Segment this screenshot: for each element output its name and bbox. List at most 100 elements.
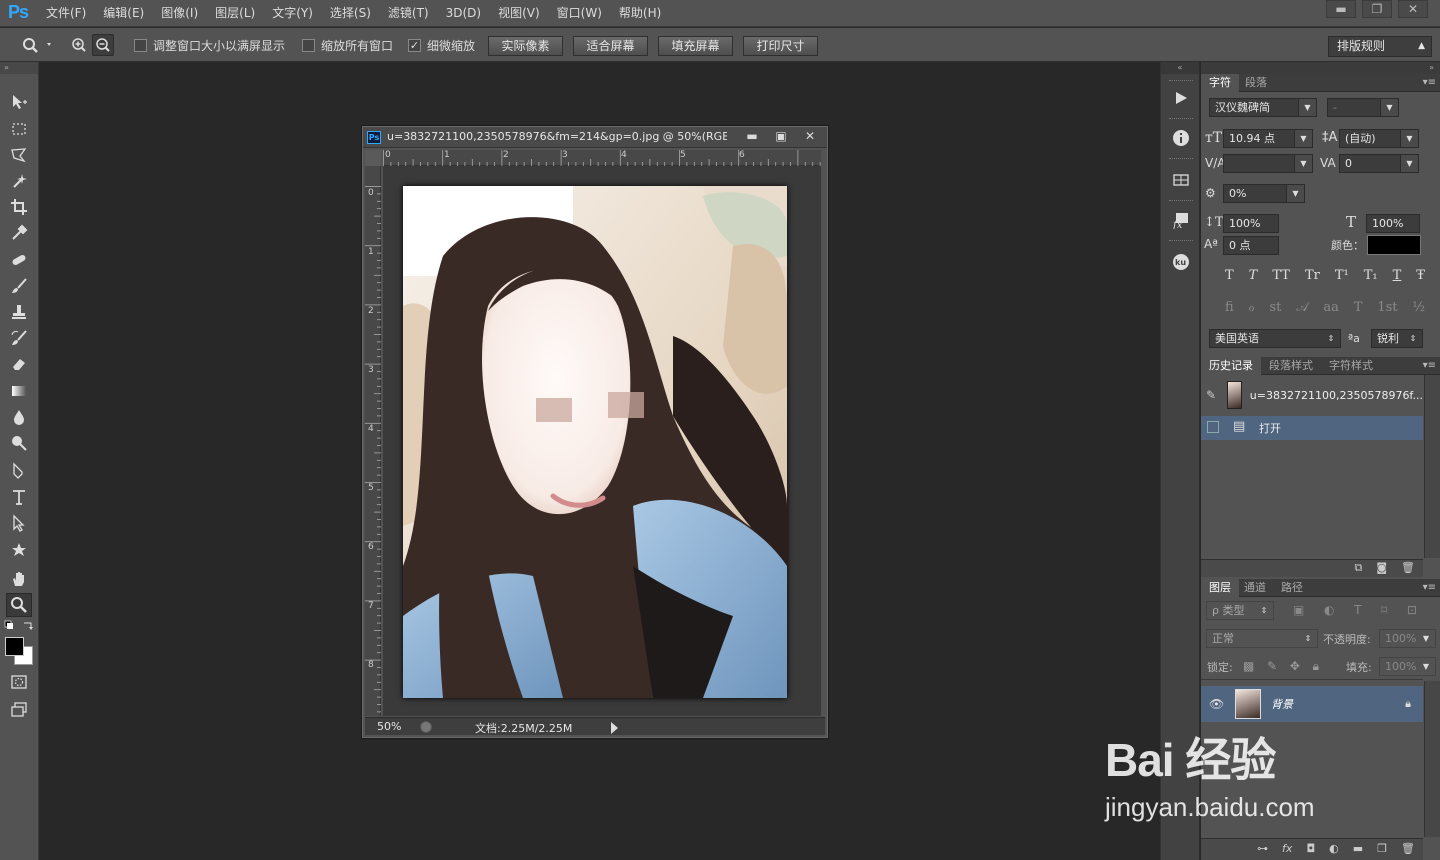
brush-tool[interactable]	[6, 274, 32, 298]
baseline-shift-field[interactable]: 0 点	[1223, 236, 1279, 255]
resize-windows-checkbox[interactable]: 调整窗口大小以满屏显示	[134, 37, 285, 54]
blend-mode-select[interactable]: 正常 ⇕	[1206, 629, 1318, 648]
pen-tool[interactable]	[6, 459, 32, 483]
menu-edit[interactable]: 编辑(E)	[103, 0, 153, 27]
titling-button[interactable]: T	[1354, 300, 1363, 315]
tool-preset-picker[interactable]	[20, 36, 54, 54]
tab-paths[interactable]: 路径	[1273, 579, 1311, 597]
link-layers-icon[interactable]: ⊶	[1257, 842, 1268, 855]
new-layer-icon[interactable]: ❐	[1377, 842, 1387, 855]
subscript-button[interactable]: T₁	[1364, 268, 1378, 283]
zoom-all-windows-checkbox[interactable]: 缩放所有窗口	[302, 37, 393, 54]
collapse-arrows-icon[interactable]: «	[1161, 62, 1199, 74]
all-caps-button[interactable]: TT	[1272, 268, 1290, 283]
healing-brush-tool[interactable]	[6, 248, 32, 272]
trash-icon[interactable]: 🗑	[1401, 561, 1415, 575]
menu-window[interactable]: 窗口(W)	[557, 0, 611, 27]
filter-adjustment-icon[interactable]: ◐	[1324, 603, 1334, 617]
stylistic-button[interactable]: aa	[1323, 300, 1339, 315]
color-swatches[interactable]	[5, 636, 35, 666]
custom-shape-tool[interactable]	[6, 538, 32, 562]
faux-italic-button[interactable]: T	[1249, 268, 1258, 283]
doc-maximize-button[interactable]: ▣	[768, 129, 794, 145]
close-button[interactable]: ✕	[1398, 0, 1428, 18]
ordinals-button[interactable]: 1st	[1377, 300, 1397, 315]
status-info-icon[interactable]	[420, 721, 432, 733]
lock-transparent-icon[interactable]: ▩	[1243, 659, 1254, 674]
doc-close-button[interactable]: ✕	[797, 129, 823, 145]
magic-wand-tool[interactable]	[6, 169, 32, 193]
fractions-button[interactable]: ½	[1412, 300, 1425, 315]
vertical-scale-field[interactable]: 100%	[1223, 214, 1279, 233]
tab-paragraph[interactable]: 段落	[1237, 74, 1275, 92]
tab-history[interactable]: 历史记录	[1201, 357, 1261, 375]
delete-layer-icon[interactable]: 🗑	[1401, 842, 1415, 855]
crop-tool[interactable]	[6, 195, 32, 219]
fill-field[interactable]: 100% ▼	[1379, 657, 1436, 676]
type-tool[interactable]	[6, 485, 32, 509]
font-family-select[interactable]: 汉仪魏碑简 ▼	[1209, 98, 1317, 117]
history-snapshot[interactable]: ✎ u=3832721100,2350578976f...	[1201, 379, 1423, 411]
vertical-ruler[interactable]: 0 1 2 3 4 5 6 7 8	[365, 166, 381, 716]
clone-stamp-tool[interactable]	[6, 300, 32, 324]
small-caps-button[interactable]: Tr	[1305, 268, 1320, 283]
hand-tool[interactable]	[6, 567, 32, 591]
minimize-button[interactable]: ▬	[1326, 0, 1356, 18]
zoom-level[interactable]: 50%	[377, 720, 401, 733]
layer-row-background[interactable]: 👁︎ 背景 🔒︎	[1201, 686, 1423, 722]
path-selection-tool[interactable]	[6, 511, 32, 535]
menu-image[interactable]: 图像(I)	[161, 0, 207, 27]
alt-ligatures-button[interactable]: ℴ	[1249, 300, 1255, 315]
panel-collapse-icon[interactable]: »	[1201, 62, 1440, 74]
history-scrollbar[interactable]	[1424, 375, 1440, 558]
superscript-button[interactable]: T¹	[1335, 268, 1349, 283]
lock-brush-icon[interactable]: ✎	[1267, 659, 1277, 674]
faux-bold-button[interactable]: T	[1225, 268, 1234, 283]
tab-paragraph-styles[interactable]: 段落样式	[1261, 357, 1321, 375]
restore-button[interactable]: ❐	[1362, 0, 1392, 18]
styles-panel-button[interactable]: fx	[1167, 206, 1195, 234]
filter-smart-object-icon[interactable]: ⊡	[1407, 603, 1417, 617]
kuler-panel-button[interactable]: ku	[1167, 248, 1195, 276]
language-select[interactable]: 美国英语 ⇕	[1209, 329, 1341, 348]
menu-file[interactable]: 文件(F)	[46, 0, 95, 27]
visibility-eye-icon[interactable]: 👁︎	[1209, 697, 1227, 711]
new-group-icon[interactable]: ▬	[1353, 842, 1363, 855]
document-canvas[interactable]	[383, 166, 821, 716]
marquee-tool[interactable]	[6, 117, 32, 141]
baseline-percent-field[interactable]: 0% ▼	[1223, 184, 1305, 203]
menu-filter[interactable]: 滤镜(T)	[388, 0, 438, 27]
workspace-select[interactable]: 排版规则 ▲	[1328, 36, 1432, 57]
camera-icon[interactable]: ◙	[1376, 561, 1387, 575]
ruler-origin[interactable]	[365, 150, 381, 166]
filter-pixel-icon[interactable]: ▣	[1293, 603, 1304, 617]
leading-field[interactable]: (自动) ▼	[1339, 129, 1419, 148]
underline-button[interactable]: T	[1393, 268, 1402, 283]
lasso-tool[interactable]	[6, 143, 32, 167]
layer-comps-button[interactable]	[1167, 166, 1195, 194]
eraser-tool[interactable]	[6, 352, 32, 376]
history-state-open[interactable]: ▤ 打开	[1201, 416, 1423, 440]
new-document-from-state-icon[interactable]: ⧉	[1354, 561, 1362, 575]
menu-select[interactable]: 选择(S)	[330, 0, 380, 27]
opacity-field[interactable]: 100% ▼	[1379, 629, 1436, 648]
layer-name[interactable]: 背景	[1271, 696, 1293, 712]
screen-mode-button[interactable]	[6, 697, 32, 721]
actions-panel-button[interactable]	[1167, 84, 1195, 112]
portrait-photo[interactable]	[403, 186, 787, 698]
antialias-select[interactable]: 锐利 ⇕	[1371, 329, 1423, 348]
horizontal-ruler[interactable]: 0 1 2 3 4 5 6	[383, 150, 821, 166]
fx-icon[interactable]: fx	[1282, 842, 1292, 855]
menu-type[interactable]: 文字(Y)	[272, 0, 322, 27]
add-mask-icon[interactable]: ◘	[1306, 842, 1315, 855]
move-tool[interactable]	[6, 90, 32, 114]
menu-view[interactable]: 视图(V)	[498, 0, 549, 27]
menu-layer[interactable]: 图层(L)	[215, 0, 264, 27]
history-checkbox[interactable]	[1207, 421, 1219, 433]
tab-character[interactable]: 字符	[1201, 74, 1239, 92]
font-size-field[interactable]: 10.94 点 ▼	[1223, 129, 1313, 148]
lock-all-icon[interactable]: 🔒︎	[1313, 659, 1319, 674]
horizontal-scale-field[interactable]: 100%	[1366, 214, 1420, 233]
layer-filter-select[interactable]: ρ 类型 ⇕	[1206, 601, 1274, 620]
fill-screen-button[interactable]: 填充屏幕	[658, 36, 733, 56]
